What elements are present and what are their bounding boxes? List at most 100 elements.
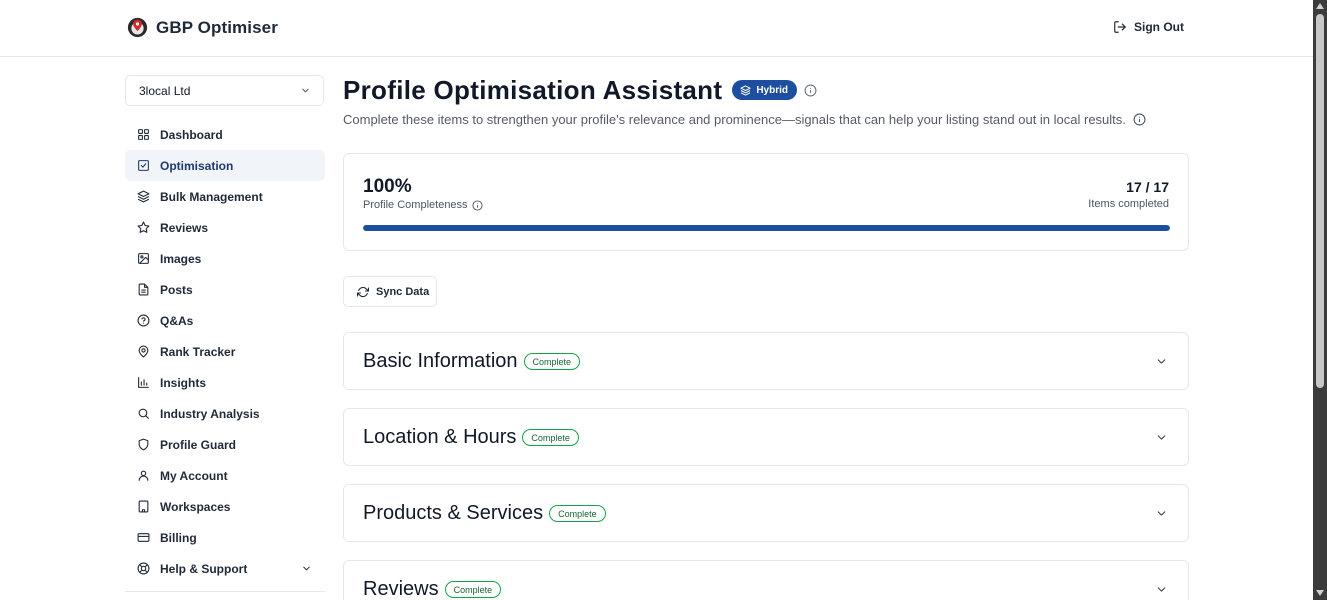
sign-out-button[interactable]: Sign Out <box>1113 20 1184 34</box>
section-header: Products & Services Complete <box>363 502 606 525</box>
section-products-services[interactable]: Products & Services Complete <box>343 484 1189 542</box>
section-title: Location & Hours <box>363 426 517 448</box>
sidebar-item-help-support[interactable]: Help & Support <box>125 553 325 584</box>
status-badge: Complete <box>522 429 579 446</box>
items-count: 17 / 17 <box>1126 179 1169 195</box>
page-scrollbar[interactable] <box>1313 0 1327 600</box>
sidebar-item-label: Bulk Management <box>160 189 263 204</box>
chevron-down-icon <box>1157 359 1166 364</box>
sidebar-item-rank-tracker[interactable]: Rank Tracker <box>125 336 325 367</box>
status-badge: Complete <box>444 581 502 598</box>
completeness-caption-text: Profile Completeness <box>363 199 468 211</box>
status-badge: Complete <box>549 505 606 522</box>
sidebar-item-my-account[interactable]: My Account <box>125 460 325 491</box>
scroll-thumb[interactable] <box>1316 14 1324 388</box>
layers-icon <box>137 190 150 203</box>
document-icon <box>138 283 149 296</box>
sidebar-nav: Dashboard Optimisation Bulk Management R… <box>125 119 325 584</box>
sync-data-button[interactable]: Sync Data <box>343 276 437 307</box>
chevron-down-icon <box>1157 511 1166 516</box>
sidebar-item-images[interactable]: Images <box>125 243 325 274</box>
chevron-down-icon <box>302 88 309 93</box>
question-icon <box>137 314 150 327</box>
layers-icon <box>740 84 751 96</box>
bar-chart-icon <box>138 377 149 388</box>
lifebuoy-icon <box>137 562 150 575</box>
refresh-icon <box>357 286 369 297</box>
sidebar-divider <box>125 591 325 592</box>
info-icon[interactable] <box>804 84 817 97</box>
scroll-down-arrow[interactable] <box>1316 590 1324 596</box>
user-icon <box>138 470 149 481</box>
section-reviews[interactable]: Reviews Complete <box>343 560 1189 600</box>
sidebar-item-label: Billing <box>160 530 197 545</box>
sidebar-item-dashboard[interactable]: Dashboard <box>125 119 325 150</box>
sidebar-item-label: Industry Analysis <box>160 406 260 421</box>
sidebar-item-reviews[interactable]: Reviews <box>125 212 325 243</box>
sign-out-icon <box>1114 21 1126 33</box>
chevron-down-icon <box>1157 587 1166 592</box>
sync-data-label: Sync Data <box>376 285 430 298</box>
hybrid-badge: Hybrid <box>732 80 797 100</box>
sidebar-item-label: Posts <box>160 282 193 297</box>
section-header: Basic Information Complete <box>363 350 581 373</box>
chevron-down-icon <box>1157 435 1166 440</box>
sidebar-item-label: Profile Guard <box>160 437 237 452</box>
sidebar-item-insights[interactable]: Insights <box>125 367 325 398</box>
sidebar-item-posts[interactable]: Posts <box>125 274 325 305</box>
map-pin-logo-icon[interactable] <box>127 17 148 38</box>
hybrid-badge-label: Hybrid <box>756 84 788 96</box>
sidebar-item-bulk-management[interactable]: Bulk Management <box>125 181 325 212</box>
info-icon[interactable] <box>472 199 483 211</box>
title-row: Profile Optimisation Assistant Hybrid <box>343 75 1189 105</box>
sidebar-item-label: Help & Support <box>160 561 248 576</box>
sidebar-item-label: Q&As <box>160 313 194 328</box>
section-title: Reviews <box>363 578 439 600</box>
sidebar-item-label: Workspaces <box>160 499 231 514</box>
top-bar: GBP Optimiser Sign Out <box>0 0 1313 57</box>
sidebar-item-optimisation[interactable]: Optimisation <box>125 150 325 181</box>
shield-icon <box>138 438 149 451</box>
checkbox-icon <box>138 160 149 171</box>
image-icon <box>138 253 149 264</box>
workspace-select-value: 3local Ltd <box>139 83 191 98</box>
status-badge: Complete <box>523 353 581 370</box>
map-pin-icon <box>138 345 149 358</box>
progress-card: 100% Profile Completeness 17 / 17 Items … <box>343 153 1189 251</box>
search-icon <box>138 408 149 419</box>
page-title: Profile Optimisation Assistant <box>343 74 723 105</box>
section-title: Products & Services <box>363 502 544 524</box>
progress-bar-fill <box>363 225 1170 231</box>
subtitle-text: Complete these items to strengthen your … <box>343 112 1126 127</box>
sidebar-item-billing[interactable]: Billing <box>125 522 325 553</box>
section-header: Reviews Complete <box>363 578 502 600</box>
section-header: Location & Hours Complete <box>363 426 579 449</box>
sidebar-item-label: Images <box>160 251 202 266</box>
workspace-select[interactable]: 3local Ltd <box>125 75 324 106</box>
sidebar-item-label: Insights <box>160 375 207 390</box>
section-basic-information[interactable]: Basic Information Complete <box>343 332 1189 390</box>
main-content: Profile Optimisation Assistant Hybrid Co… <box>343 75 1189 600</box>
sidebar-item-label: Reviews <box>160 220 209 235</box>
sidebar: 3local Ltd Dashboard Optimisation Bulk M… <box>125 75 325 584</box>
sidebar-item-label: My Account <box>160 468 228 483</box>
page-subtitle: Complete these items to strengthen your … <box>343 112 1189 127</box>
progress-bar <box>363 225 1170 231</box>
info-icon[interactable] <box>1133 113 1146 126</box>
credit-card-icon <box>137 533 150 542</box>
app-title: GBP Optimiser <box>156 18 278 37</box>
sidebar-item-profile-guard[interactable]: Profile Guard <box>125 429 325 460</box>
building-icon <box>138 500 149 513</box>
sidebar-item-workspaces[interactable]: Workspaces <box>125 491 325 522</box>
grid-icon <box>138 129 149 140</box>
items-count-caption: Items completed <box>1088 198 1169 210</box>
sidebar-item-industry-analysis[interactable]: Industry Analysis <box>125 398 325 429</box>
sidebar-item-label: Rank Tracker <box>160 344 236 359</box>
sidebar-item-label: Dashboard <box>160 127 223 142</box>
sidebar-item-qas[interactable]: Q&As <box>125 305 325 336</box>
section-location-hours[interactable]: Location & Hours Complete <box>343 408 1189 466</box>
star-icon <box>137 221 150 233</box>
scroll-up-arrow[interactable] <box>1316 3 1324 9</box>
chevron-down-icon <box>303 566 310 571</box>
completeness-caption: Profile Completeness <box>363 199 483 211</box>
